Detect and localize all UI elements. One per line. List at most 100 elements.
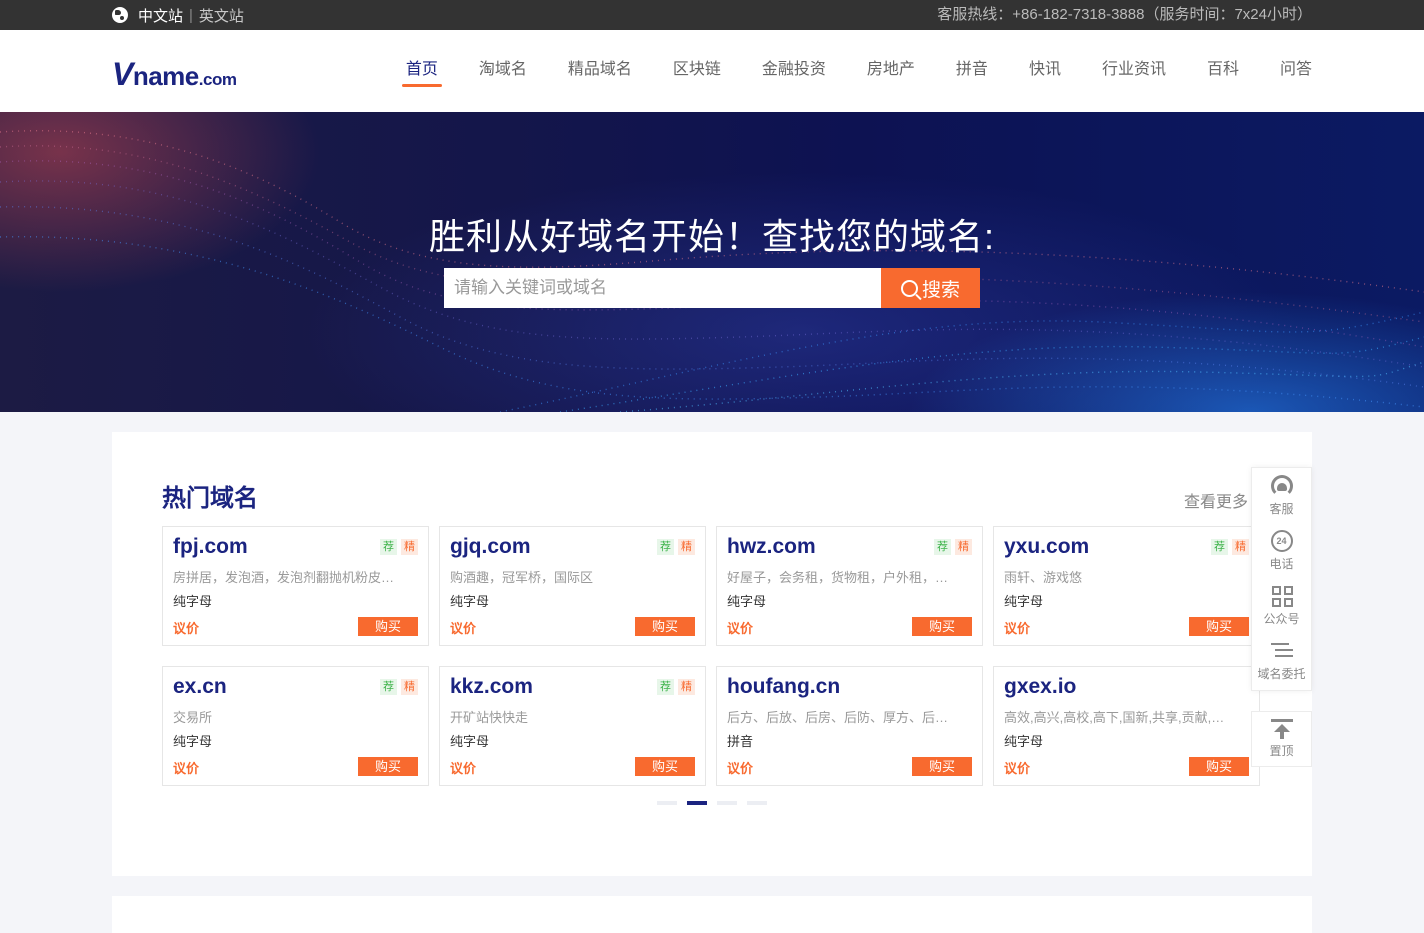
globe-icon	[112, 7, 128, 23]
buy-button[interactable]: 购买	[912, 757, 972, 776]
recommended-badge: 荐	[657, 679, 674, 695]
domain-price: 议价	[173, 761, 200, 776]
qrcode-icon	[1271, 585, 1293, 607]
customer-service-icon	[1270, 474, 1293, 497]
arrow-up-icon	[1270, 719, 1293, 739]
domain-category: 纯字母	[173, 734, 213, 749]
domain-search-bar: 搜索	[444, 268, 980, 308]
customer-service-label: 客服	[1269, 501, 1294, 516]
search-icon	[900, 279, 918, 297]
domain-category: 纯字母	[727, 594, 767, 609]
carousel-pagination	[657, 801, 767, 805]
main-nav: 首页 淘域名 精品域名 区块链 金融投资 房地产 拼音 快讯 行业资讯 百科 问…	[365, 30, 1312, 112]
domain-card[interactable]: gjq.com 荐精购酒趣，冠军桥，国际区 纯字母 议价 购买	[439, 526, 706, 646]
nav-real-estate[interactable]: 房地产	[867, 30, 915, 112]
domain-description: 高效,高兴,高校,高下,国新,共享,贡献,…	[1004, 710, 1225, 725]
domain-name-link[interactable]: yxu.com	[1004, 535, 1089, 559]
domain-card[interactable]: hwz.com 荐精好屋子，会务租，货物租，户外租，… 纯字母议价 购买	[716, 526, 983, 646]
nav-pinyin[interactable]: 拼音	[956, 30, 988, 112]
nav-blockchain[interactable]: 区块链	[673, 30, 721, 112]
domain-description: 购酒趣，冠军桥，国际区	[450, 570, 594, 585]
domain-name-link[interactable]: gxex.io	[1004, 675, 1076, 699]
buy-button[interactable]: 购买	[912, 617, 972, 636]
domain-name-link[interactable]: gjq.com	[450, 535, 531, 559]
search-button[interactable]: 搜索	[881, 268, 980, 308]
domain-card[interactable]: yxu.com 荐精雨轩、游戏悠 纯字母 议价 购买	[993, 526, 1260, 646]
wechat-official-button[interactable]: 公众号	[1252, 578, 1311, 633]
domain-card[interactable]: kkz.com 荐精开矿站快快走 纯字母 议价 购买	[439, 666, 706, 786]
nav-finance[interactable]: 金融投资	[762, 30, 826, 112]
back-to-top-label: 置顶	[1269, 744, 1294, 758]
recommended-badge: 荐	[657, 539, 674, 555]
nav-flash-news[interactable]: 快讯	[1029, 30, 1061, 112]
logo-com: .com	[198, 70, 237, 89]
top-bar: 中文站 | 英文站 客服热线：+86-182-7318-3888（服务时间：7x…	[0, 0, 1424, 30]
domain-card[interactable]: houfang.cn 后方、后放、后房、后防、厚方、后… 拼音 议价 购买	[716, 666, 983, 786]
domain-name-link[interactable]: houfang.cn	[727, 675, 840, 699]
carousel-dot[interactable]	[717, 801, 737, 805]
buy-button[interactable]: 购买	[358, 757, 418, 776]
domain-entrust-button[interactable]: 域名委托	[1252, 633, 1311, 688]
domain-category: 纯字母	[173, 594, 213, 609]
domain-description: 雨轩、游戏悠	[1004, 570, 1083, 585]
domain-price: 议价	[450, 621, 477, 636]
domain-price: 议价	[727, 621, 754, 636]
view-more-link[interactable]: 查看更多	[1184, 488, 1248, 512]
recommended-badge: 荐	[1211, 539, 1228, 555]
domain-name-link[interactable]: fpj.com	[173, 535, 248, 559]
domain-name-link[interactable]: ex.cn	[173, 675, 227, 699]
lang-separator: |	[189, 6, 193, 24]
domain-tags: 荐精	[380, 539, 418, 555]
carousel-dot[interactable]	[657, 801, 677, 805]
carousel-dot-active[interactable]	[687, 801, 707, 805]
domain-tags: 荐精	[380, 679, 418, 695]
phone-label: 电话	[1269, 556, 1294, 571]
recommended-badge: 荐	[934, 539, 951, 555]
domain-card[interactable]: fpj.com 荐精房拼居，发泡酒，发泡剂翻抛机粉皮… 纯字母 议价 购买	[162, 526, 429, 646]
domain-description: 房拼居，发泡酒，发泡剂翻抛机粉皮…	[173, 570, 395, 585]
domain-card[interactable]: gxex.io 高效,高兴,高校,高下,国新,共享,贡献,… 纯字母 议价 购买	[993, 666, 1260, 786]
domain-description: 好屋子，会务租，货物租，户外租，…	[727, 570, 949, 585]
back-to-top-button[interactable]: 置顶	[1251, 711, 1312, 767]
phone-button[interactable]: 24 电话	[1252, 523, 1311, 578]
buy-button[interactable]: 购买	[635, 617, 695, 636]
buy-button[interactable]: 购买	[358, 617, 418, 636]
domain-search-input[interactable]	[444, 268, 881, 308]
customer-service-button[interactable]: 客服	[1252, 468, 1311, 523]
domain-tags: 荐精	[657, 539, 695, 555]
domain-description: 交易所	[173, 710, 213, 725]
search-button-label: 搜索	[921, 279, 960, 301]
domain-price: 议价	[450, 761, 477, 776]
domain-card[interactable]: ex.cn 荐精交易所纯字母议价 购买	[162, 666, 429, 786]
nav-qa[interactable]: 问答	[1280, 30, 1312, 112]
language-switcher: 中文站 | 英文站	[112, 0, 244, 30]
domain-category: 拼音	[727, 734, 754, 749]
domain-price: 议价	[1004, 621, 1031, 636]
nav-tao-domain[interactable]: 淘域名	[479, 30, 527, 112]
carousel-dot[interactable]	[747, 801, 767, 805]
nav-premium-domain[interactable]: 精品域名	[568, 30, 632, 112]
nav-home[interactable]: 首页	[401, 30, 442, 112]
nav-industry-news[interactable]: 行业资讯	[1102, 30, 1166, 112]
next-section	[112, 896, 1312, 933]
premium-badge: 精	[678, 539, 695, 555]
particle-wave-graphic	[0, 130, 1424, 412]
vname-logo[interactable]: Vname.com	[112, 56, 237, 93]
recommended-badge: 荐	[380, 679, 397, 695]
lang-english-link[interactable]: 英文站	[199, 5, 244, 26]
domain-category: 纯字母	[1004, 734, 1044, 749]
buy-button[interactable]: 购买	[1189, 757, 1249, 776]
lang-chinese-link[interactable]: 中文站	[138, 5, 183, 26]
domain-name-link[interactable]: hwz.com	[727, 535, 816, 559]
domain-tags: 荐精	[1211, 539, 1249, 555]
buy-button[interactable]: 购买	[1189, 617, 1249, 636]
buy-button[interactable]: 购买	[635, 757, 695, 776]
domain-tags: 荐精	[934, 539, 972, 555]
service-hotline: 客服热线：+86-182-7318-3888（服务时间：7x24小时）	[937, 6, 1312, 23]
domain-name-link[interactable]: kkz.com	[450, 675, 533, 699]
premium-badge: 精	[678, 679, 695, 695]
domain-description: 后方、后放、后房、后防、厚方、后…	[727, 710, 949, 725]
nav-wiki[interactable]: 百科	[1207, 30, 1239, 112]
domain-entrust-label: 域名委托	[1257, 666, 1306, 681]
domain-category: 纯字母	[450, 734, 490, 749]
